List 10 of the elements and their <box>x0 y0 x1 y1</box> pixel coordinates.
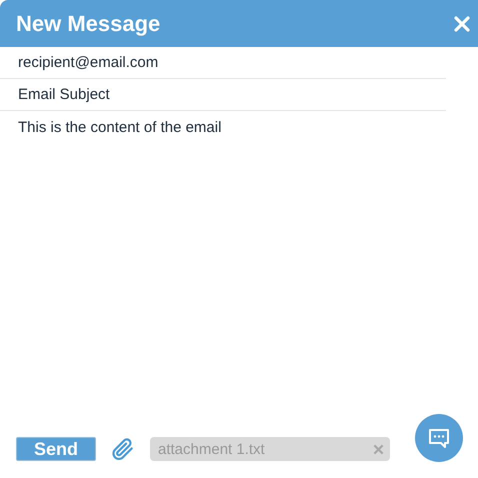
recipient-field[interactable]: recipient@email.com <box>18 54 158 71</box>
window-title: New Message <box>16 10 160 36</box>
chat-button[interactable] <box>415 414 463 462</box>
attachment-name: attachment 1.txt <box>158 440 265 458</box>
paperclip-icon[interactable] <box>110 436 136 462</box>
message-body[interactable]: This is the content of the email <box>18 119 222 136</box>
remove-icon[interactable] <box>373 444 384 454</box>
chat-bubble-icon <box>427 426 451 450</box>
close-icon[interactable] <box>454 16 470 32</box>
subject-field[interactable]: Email Subject <box>18 86 110 103</box>
